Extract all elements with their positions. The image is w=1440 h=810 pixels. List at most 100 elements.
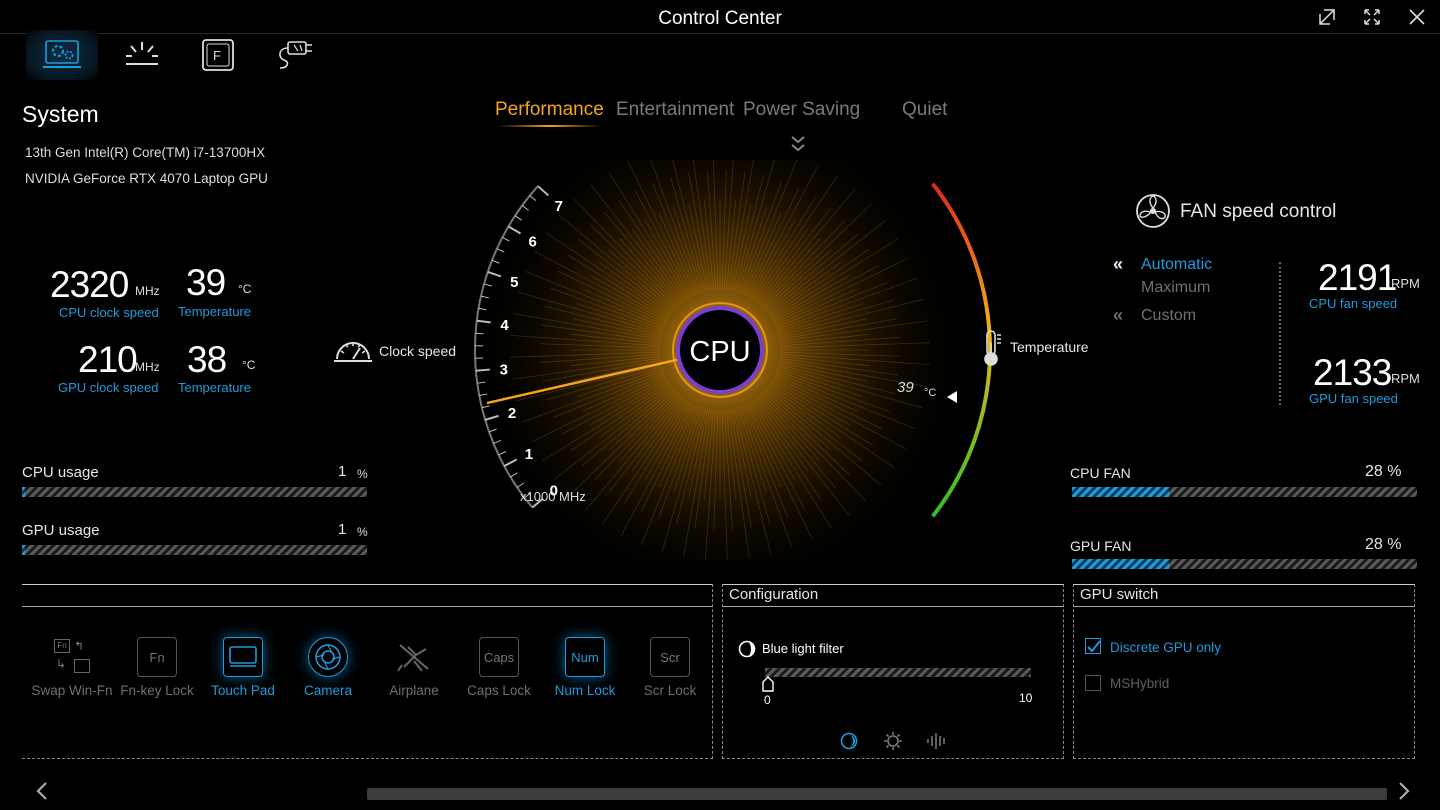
airplane-icon bbox=[394, 637, 434, 677]
mshybrid-label[interactable]: MSHybrid bbox=[1110, 676, 1169, 691]
clock-speed-label: Clock speed bbox=[379, 343, 457, 359]
function-key-icon: F bbox=[202, 39, 234, 71]
gpu-name: NVIDIA GeForce RTX 4070 Laptop GPU bbox=[25, 171, 268, 186]
mshybrid-checkbox[interactable] bbox=[1085, 675, 1101, 691]
configuration-title: Configuration bbox=[729, 586, 819, 603]
clock-tick-label: 4 bbox=[500, 317, 509, 334]
caps-key-icon: Caps bbox=[479, 637, 519, 677]
hotkey-fn-lock[interactable]: Fn Fn-key Lock bbox=[115, 637, 199, 698]
cpu-fan-bar bbox=[1072, 487, 1417, 497]
cpu-fan-speed-label: CPU fan speed bbox=[1309, 296, 1398, 311]
gpu-usage-bar bbox=[22, 545, 367, 555]
blue-light-icon bbox=[738, 640, 756, 658]
tab-quiet[interactable]: Quiet bbox=[902, 99, 947, 121]
hotkey-label: Touch Pad bbox=[211, 683, 275, 698]
power-plug-icon bbox=[279, 41, 312, 69]
clock-tick-label: 3 bbox=[500, 361, 508, 378]
gpu-switch-title: GPU switch bbox=[1080, 586, 1159, 603]
gpu-fan-speed-label: GPU fan speed bbox=[1309, 391, 1398, 406]
cpu-temp-value: 39 bbox=[186, 262, 226, 303]
cpu-clock-unit: MHz bbox=[135, 284, 160, 298]
cpu-usage-bar-fill bbox=[22, 487, 26, 497]
hotkey-touch-pad[interactable]: Touch Pad bbox=[201, 637, 285, 698]
gpu-fan-rpm-value: 2133 bbox=[1313, 352, 1392, 393]
discrete-gpu-checkbox[interactable] bbox=[1085, 638, 1101, 654]
custom-chevron-icon: « bbox=[1113, 305, 1124, 325]
discrete-gpu-label[interactable]: Discrete GPU only bbox=[1110, 640, 1221, 655]
gpu-usage-bar-fill bbox=[22, 545, 26, 555]
cpu-fan-bar-fill bbox=[1072, 487, 1169, 497]
horizontal-scrollbar[interactable] bbox=[367, 788, 1387, 800]
fan-option-maximum[interactable]: Maximum bbox=[1141, 279, 1210, 297]
camera-icon bbox=[308, 637, 348, 677]
cpu-hub-label: CPU bbox=[689, 336, 750, 368]
clock-tick-label: 6 bbox=[528, 234, 536, 251]
thermometer-icon bbox=[984, 330, 1001, 366]
chevron-right-icon bbox=[1399, 782, 1410, 800]
clock-tick-label: 7 bbox=[555, 198, 563, 215]
clock-tick-label: 2 bbox=[508, 405, 516, 422]
hotkey-caps-lock[interactable]: Caps Caps Lock bbox=[457, 637, 541, 698]
system-settings-tab[interactable] bbox=[26, 30, 98, 80]
temperature-readout: 39 bbox=[897, 379, 914, 396]
cpu-fan-rpm-value: 2191 bbox=[1318, 257, 1397, 298]
gpu-fan-percent: 28 % bbox=[1365, 536, 1402, 553]
hotkey-panel-header bbox=[22, 585, 712, 607]
svg-text:F: F bbox=[213, 48, 221, 63]
gpu-clock-label: GPU clock speed bbox=[58, 380, 159, 395]
expand-icon bbox=[1364, 9, 1380, 25]
title-bar: Control Center bbox=[0, 0, 1440, 34]
fn-key-icon: Fn bbox=[137, 637, 177, 677]
sound-wave-icon[interactable] bbox=[926, 732, 948, 750]
fan-option-automatic[interactable]: Automatic bbox=[1141, 256, 1212, 274]
fan-icon bbox=[1136, 194, 1170, 228]
hotkey-label: Scr Lock bbox=[643, 683, 697, 698]
brightness-mode-icon[interactable] bbox=[883, 731, 903, 751]
touchpad-icon bbox=[223, 637, 263, 677]
lighting-tab[interactable] bbox=[106, 30, 178, 80]
gpu-fan-rpm-unit: RPM bbox=[1391, 371, 1420, 386]
clock-tick-label: 5 bbox=[510, 274, 518, 291]
chevron-down-icon[interactable] bbox=[789, 134, 807, 154]
hotkey-label: Swap Win-Fn bbox=[31, 683, 113, 698]
slider-min-label: 0 bbox=[764, 693, 771, 707]
moon-mode-icon[interactable] bbox=[840, 732, 858, 750]
hotkey-label: Camera bbox=[303, 683, 352, 698]
clock-tick bbox=[475, 368, 490, 372]
cpu-clock-value: 2320 bbox=[50, 264, 129, 305]
gpu-clock-value: 210 bbox=[78, 339, 138, 380]
slider-handle[interactable] bbox=[761, 676, 775, 692]
restore-window-button[interactable] bbox=[1307, 4, 1347, 30]
hotkey-scroll-lock[interactable]: Scr Scr Lock bbox=[628, 637, 712, 698]
hotkey-camera[interactable]: Camera bbox=[286, 637, 370, 698]
hotkey-num-lock[interactable]: Num Num Lock bbox=[543, 637, 627, 698]
maximize-window-button[interactable] bbox=[1352, 4, 1392, 30]
gpu-fan-bar-fill bbox=[1072, 559, 1169, 569]
hotkey-airplane[interactable]: Airplane bbox=[372, 637, 456, 698]
speedometer-icon bbox=[334, 342, 372, 362]
tab-power-saving[interactable]: Power Saving bbox=[743, 99, 860, 121]
close-icon bbox=[1409, 9, 1425, 25]
fan-option-custom[interactable]: Custom bbox=[1141, 307, 1196, 325]
scale-unit-label: x1000 MHz bbox=[520, 489, 586, 504]
gpu-switch-panel-header: GPU switch bbox=[1074, 585, 1414, 607]
scroll-left-button[interactable] bbox=[34, 780, 50, 808]
gpu-fan-bar bbox=[1072, 559, 1417, 569]
win-mini-key bbox=[74, 659, 90, 673]
hotkey-label: Caps Lock bbox=[467, 683, 531, 698]
swap-icon: Fn ↰ ↳ bbox=[52, 637, 92, 677]
active-tab-indicator bbox=[498, 125, 602, 127]
slider-max-label: 10 bbox=[1019, 691, 1033, 705]
tab-entertainment[interactable]: Entertainment bbox=[616, 99, 734, 121]
hotkey-swap-win-fn[interactable]: Fn ↰ ↳ Swap Win-Fn bbox=[30, 637, 114, 698]
scroll-right-button[interactable] bbox=[1396, 780, 1412, 808]
power-tab[interactable] bbox=[258, 30, 330, 80]
function-key-tab[interactable]: F bbox=[182, 30, 254, 80]
cpu-fan-rpm-unit: RPM bbox=[1391, 276, 1420, 291]
clock-tick bbox=[475, 332, 484, 335]
fn-mini-key: Fn bbox=[54, 639, 70, 653]
automatic-chevron-icon: « bbox=[1113, 254, 1124, 274]
blue-light-slider[interactable] bbox=[765, 668, 1031, 677]
close-window-button[interactable] bbox=[1397, 4, 1437, 30]
tab-performance[interactable]: Performance bbox=[495, 99, 604, 121]
